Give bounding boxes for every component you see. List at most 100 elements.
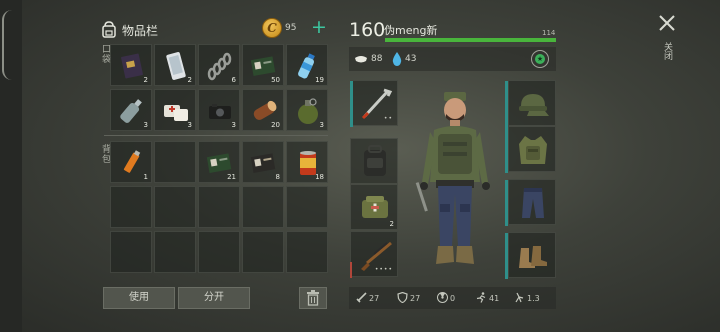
stat-attack: 27 <box>356 292 379 303</box>
inventory-slot[interactable] <box>286 186 328 228</box>
backpack-slot[interactable] <box>350 138 398 184</box>
inventory-slot[interactable]: 19 <box>286 44 328 86</box>
use-button[interactable]: 使用 <box>103 287 175 309</box>
add-coins-button[interactable]: + <box>311 17 327 37</box>
firearm-slot[interactable]: •••• <box>350 231 398 278</box>
shield-icon <box>397 291 408 304</box>
slot-edge <box>350 81 353 127</box>
vest-icon <box>519 136 547 164</box>
slot-edge <box>505 81 508 127</box>
section-divider <box>104 135 328 136</box>
stealth-icon <box>515 292 524 303</box>
slot-edge <box>505 127 508 173</box>
health-bar-fill <box>385 38 556 42</box>
running-icon <box>476 292 486 303</box>
head-slot[interactable] <box>505 80 556 127</box>
inventory-slot[interactable] <box>154 141 196 183</box>
inventory-slot[interactable] <box>198 186 240 228</box>
item-count: 3 <box>187 121 192 129</box>
character-figure <box>415 92 490 264</box>
inventory-slot[interactable]: 3 <box>286 89 328 131</box>
inventory-slot[interactable]: 6 <box>198 44 240 86</box>
coin-icon: C <box>262 18 282 38</box>
feet-slot[interactable] <box>505 232 556 279</box>
split-button[interactable]: 分开 <box>178 287 250 309</box>
backpack-icon <box>102 21 116 38</box>
medkit-slot[interactable]: 2 <box>350 184 398 230</box>
food-value: 88 <box>371 54 383 64</box>
stat-speed-value: 41 <box>489 294 500 303</box>
stat-defense: 27 <box>397 291 421 304</box>
backpack-item-icon <box>364 145 386 176</box>
inventory-slot[interactable] <box>154 231 196 273</box>
health-value: 114 <box>542 29 556 37</box>
item-count: 2 <box>187 76 192 84</box>
health-bar <box>385 38 556 42</box>
trash-button[interactable] <box>299 287 327 309</box>
inventory-slot[interactable] <box>286 231 328 273</box>
trash-icon <box>307 290 319 306</box>
stat-stealth: 1.3 <box>514 292 540 303</box>
stat-defense-value: 27 <box>410 294 421 303</box>
stat-radiation-value: 0 <box>450 294 456 303</box>
stat-attack-value: 27 <box>369 294 380 303</box>
inventory-slot[interactable]: 21 <box>198 141 240 183</box>
inventory-slot[interactable]: 2 <box>110 44 152 86</box>
item-count: 18 <box>315 173 324 181</box>
star-icon: ★ <box>535 54 545 64</box>
boots-icon <box>519 246 547 268</box>
slot-edge <box>505 233 508 279</box>
item-count: 21 <box>227 173 236 181</box>
item-count: 3 <box>319 121 324 129</box>
close-label[interactable]: 关闭 <box>661 42 674 60</box>
stat-stealth-value: 1.3 <box>527 294 540 303</box>
stat-radiation: 0 <box>437 292 455 303</box>
inventory-slot[interactable]: 3 <box>198 89 240 131</box>
inventory-slot[interactable]: 3 <box>154 89 196 131</box>
inventory-slot[interactable]: 3 <box>110 89 152 131</box>
item-count: 8 <box>275 173 280 181</box>
inventory-slot[interactable] <box>242 231 284 273</box>
medkit-icon <box>362 196 388 218</box>
item-count: 3 <box>143 121 148 129</box>
side-drawer-handle[interactable] <box>2 10 14 80</box>
inventory-slot[interactable]: 50 <box>242 44 284 86</box>
item-count: 6 <box>231 76 236 84</box>
inventory-slot[interactable]: 8 <box>242 141 284 183</box>
cap-icon <box>519 94 549 116</box>
inventory-slot[interactable]: 20 <box>242 89 284 131</box>
slot-edge <box>505 180 508 226</box>
item-count: 2 <box>389 220 394 228</box>
durability-dots: •••• <box>374 266 393 273</box>
legs-slot[interactable] <box>505 179 556 226</box>
inventory-slot[interactable]: 2 <box>154 44 196 86</box>
inventory-title: 物品栏 <box>122 24 159 38</box>
item-count: 2 <box>143 76 148 84</box>
item-count: 50 <box>271 76 280 84</box>
inventory-slot[interactable]: 1 <box>110 141 152 183</box>
inventory-slot[interactable] <box>198 231 240 273</box>
durability-dots: •• <box>383 115 393 122</box>
radiation-icon <box>437 292 448 303</box>
body-slot[interactable] <box>505 126 556 173</box>
inventory-slot[interactable] <box>242 186 284 228</box>
inventory-slot[interactable] <box>110 231 152 273</box>
water-value: 43 <box>405 54 417 64</box>
item-count: 1 <box>143 173 148 181</box>
status-badge[interactable]: ★ <box>531 50 549 68</box>
water-drop-icon <box>392 52 402 66</box>
food-icon <box>355 56 367 63</box>
inventory-slot[interactable] <box>110 186 152 228</box>
stat-speed: 41 <box>476 292 499 303</box>
item-count: 3 <box>231 121 236 129</box>
player-name: 伪meng新 <box>384 24 438 37</box>
item-count: 20 <box>271 121 280 129</box>
item-count: 19 <box>315 76 324 84</box>
inventory-slot[interactable]: 18 <box>286 141 328 183</box>
weapon-slot[interactable]: •• <box>350 80 398 127</box>
slot-edge <box>350 262 352 278</box>
close-icon[interactable] <box>656 12 678 34</box>
coin-count: 95 <box>285 23 297 33</box>
player-level: 160 <box>349 19 386 41</box>
inventory-slot[interactable] <box>154 186 196 228</box>
